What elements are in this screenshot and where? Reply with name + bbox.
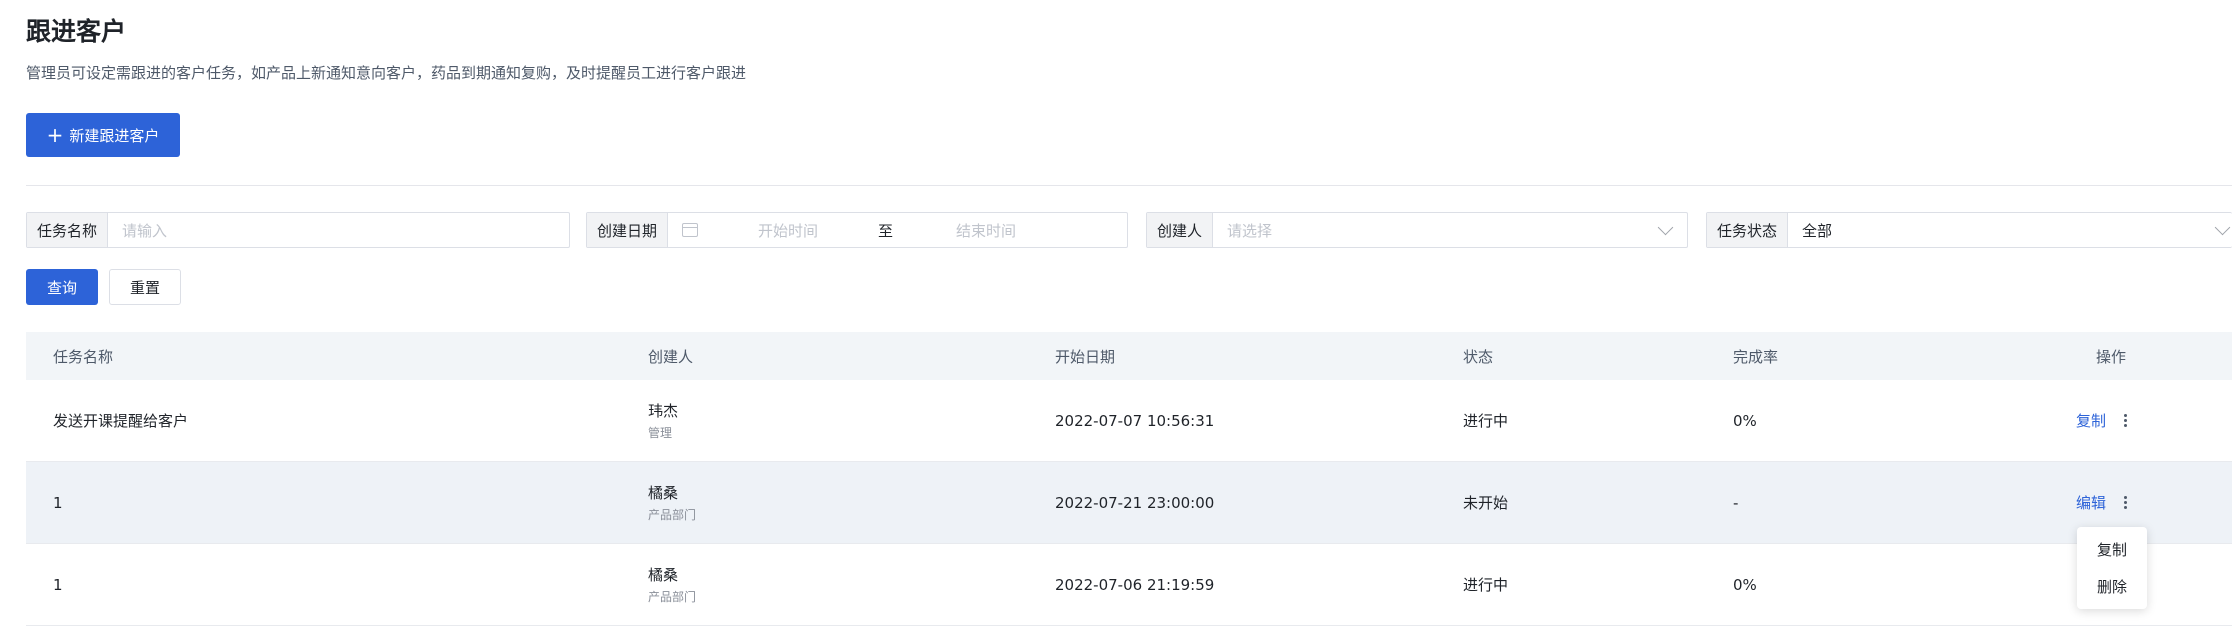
- task-name-label: 任务名称: [27, 213, 109, 247]
- table-row[interactable]: 发送开课提醒给客户 玮杰 管理 2022-07-07 10:56:31 进行中 …: [26, 380, 2232, 462]
- creator-cell: 玮杰 管理: [648, 380, 678, 461]
- start-date-cell: 2022-07-07 10:56:31: [1055, 411, 1215, 430]
- start-date-cell: 2022-07-06 21:19:59: [1055, 575, 1215, 594]
- plus-icon: +: [46, 123, 64, 147]
- column-header: 状态: [1463, 347, 1494, 366]
- completion-rate-cell: 0%: [1733, 411, 1757, 430]
- creator-dept: 管理: [648, 426, 673, 440]
- menu-item-copy[interactable]: 复制: [2097, 539, 2127, 560]
- page-title: 跟进客户: [26, 17, 127, 46]
- status-filter[interactable]: 任务状态 全部: [1706, 212, 2232, 248]
- creator-cell: 橘桑 产品部门: [648, 462, 696, 543]
- table-row[interactable]: 1 橘桑 产品部门 2022-07-06 21:19:59 进行中 0%: [26, 544, 2232, 626]
- start-date-input[interactable]: 开始时间: [758, 220, 818, 241]
- new-followup-label: 新建跟进客户: [69, 126, 160, 145]
- creator-dept: 产品部门: [648, 590, 697, 604]
- page-description: 管理员可设定需跟进的客户任务，如产品上新通知意向客户，药品到期通知复购，及时提醒…: [26, 64, 747, 82]
- more-actions-menu: 复制 删除: [2077, 527, 2147, 609]
- status-cell: 未开始: [1463, 494, 1509, 512]
- creator-filter[interactable]: 创建人 请选择: [1146, 212, 1688, 248]
- query-button[interactable]: 查询: [26, 269, 98, 305]
- create-date-label: 创建日期: [587, 213, 669, 247]
- creator-name: 玮杰: [648, 402, 679, 420]
- completion-rate-cell: -: [1733, 493, 1739, 512]
- status-cell: 进行中: [1463, 412, 1509, 430]
- more-vertical-icon[interactable]: [2124, 414, 2128, 427]
- menu-item-delete[interactable]: 删除: [2097, 576, 2127, 597]
- reset-button[interactable]: 重置: [109, 269, 181, 305]
- task-name-filter[interactable]: 任务名称 请输入: [26, 212, 570, 248]
- table-header: 任务名称 创建人 开始日期 状态 完成率 操作: [26, 332, 2232, 380]
- column-header: 开始日期: [1055, 347, 1116, 366]
- task-name-cell: 发送开课提醒给客户: [53, 412, 189, 430]
- column-header: 任务名称: [53, 347, 114, 366]
- creator-select[interactable]: 请选择: [1213, 220, 1660, 241]
- completion-rate-cell: 0%: [1733, 575, 1757, 594]
- start-date-cell: 2022-07-21 23:00:00: [1055, 493, 1215, 512]
- create-date-filter[interactable]: 创建日期 开始时间 至 结束时间: [586, 212, 1128, 248]
- chevron-down-icon[interactable]: [2214, 219, 2231, 235]
- status-cell: 进行中: [1463, 576, 1509, 594]
- new-followup-button[interactable]: + 新建跟进客户: [26, 113, 180, 157]
- task-table: 任务名称 创建人 开始日期 状态 完成率 操作 发送开课提醒给客户 玮杰 管理 …: [26, 332, 2232, 626]
- task-name-input[interactable]: 请输入: [108, 220, 569, 241]
- creator-cell: 橘桑 产品部门: [648, 544, 696, 625]
- column-header: 创建人: [648, 347, 694, 366]
- more-vertical-icon[interactable]: [2124, 496, 2128, 509]
- calendar-icon: [682, 223, 699, 237]
- task-name-cell: 1: [53, 493, 63, 512]
- end-date-input[interactable]: 结束时间: [956, 220, 1016, 241]
- creator-name: 橘桑: [648, 484, 679, 502]
- date-separator: 至: [878, 221, 894, 240]
- task-name-cell: 1: [53, 575, 63, 594]
- copy-link[interactable]: 复制: [2076, 410, 2106, 431]
- creator-label: 创建人: [1147, 213, 1214, 247]
- actions-cell: 复制: [2076, 380, 2128, 461]
- creator-dept: 产品部门: [648, 508, 697, 522]
- status-label: 任务状态: [1707, 213, 1789, 247]
- divider: [26, 185, 2232, 186]
- table-row[interactable]: 1 橘桑 产品部门 2022-07-21 23:00:00 未开始 - 编辑: [26, 462, 2232, 544]
- edit-link[interactable]: 编辑: [2076, 492, 2106, 513]
- column-header: 完成率: [1733, 347, 1779, 366]
- creator-name: 橘桑: [648, 566, 679, 584]
- chevron-down-icon[interactable]: [1657, 219, 1674, 235]
- column-header: 操作: [2096, 347, 2127, 366]
- status-select[interactable]: 全部: [1788, 220, 2217, 241]
